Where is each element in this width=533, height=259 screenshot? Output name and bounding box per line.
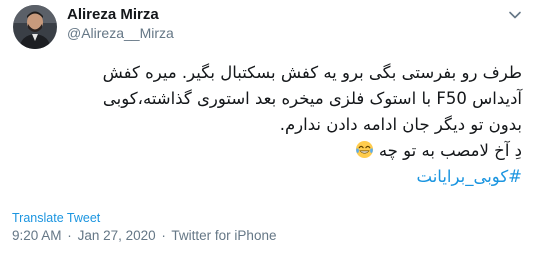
author-display-name[interactable]: Alireza Mirza [67, 6, 159, 23]
translate-tweet-link[interactable]: Translate Tweet [12, 211, 100, 225]
tweet-line-4-wrap: دِ آخ لامصب به تو چه [12, 138, 522, 164]
tweet-line-4: دِ آخ لامصب به تو چه [378, 141, 522, 160]
tweet-time[interactable]: 9:20 AM [12, 228, 62, 243]
face-with-tears-of-joy-icon [355, 140, 374, 159]
tweet-text: طرف رو بفرستی بگی برو یه کفش بسکتبال بگی… [12, 60, 522, 190]
more-options-chevron-icon[interactable] [507, 7, 523, 23]
meta-separator-1: · [67, 228, 72, 243]
tweet-line-3: بدون تو دیگر جان ادامه دادن ندارم. [279, 115, 522, 134]
hashtag-link[interactable]: #کوبی_برایانت [417, 167, 523, 186]
tweet-line-1: طرف رو بفرستی بگی برو یه کفش بسکتبال بگی… [102, 63, 522, 82]
tweet-line-5: #کوبی_برایانت [12, 164, 523, 190]
tweet-source[interactable]: Twitter for iPhone [171, 228, 276, 243]
tweet-date[interactable]: Jan 27, 2020 [78, 228, 156, 243]
tweet-card: Alireza Mirza @Alireza__Mirza طرف رو بفر… [0, 0, 533, 259]
author-handle[interactable]: @Alireza__Mirza [67, 25, 174, 41]
avatar-photo-icon [13, 5, 57, 49]
tweet-line-2: آدیداس F50 با استوک فلزی میخره بعد استور… [102, 89, 522, 108]
meta-separator-2: · [161, 228, 166, 243]
avatar[interactable] [13, 5, 57, 49]
tweet-metadata: 9:20 AM · Jan 27, 2020 · Twitter for iPh… [12, 228, 276, 243]
